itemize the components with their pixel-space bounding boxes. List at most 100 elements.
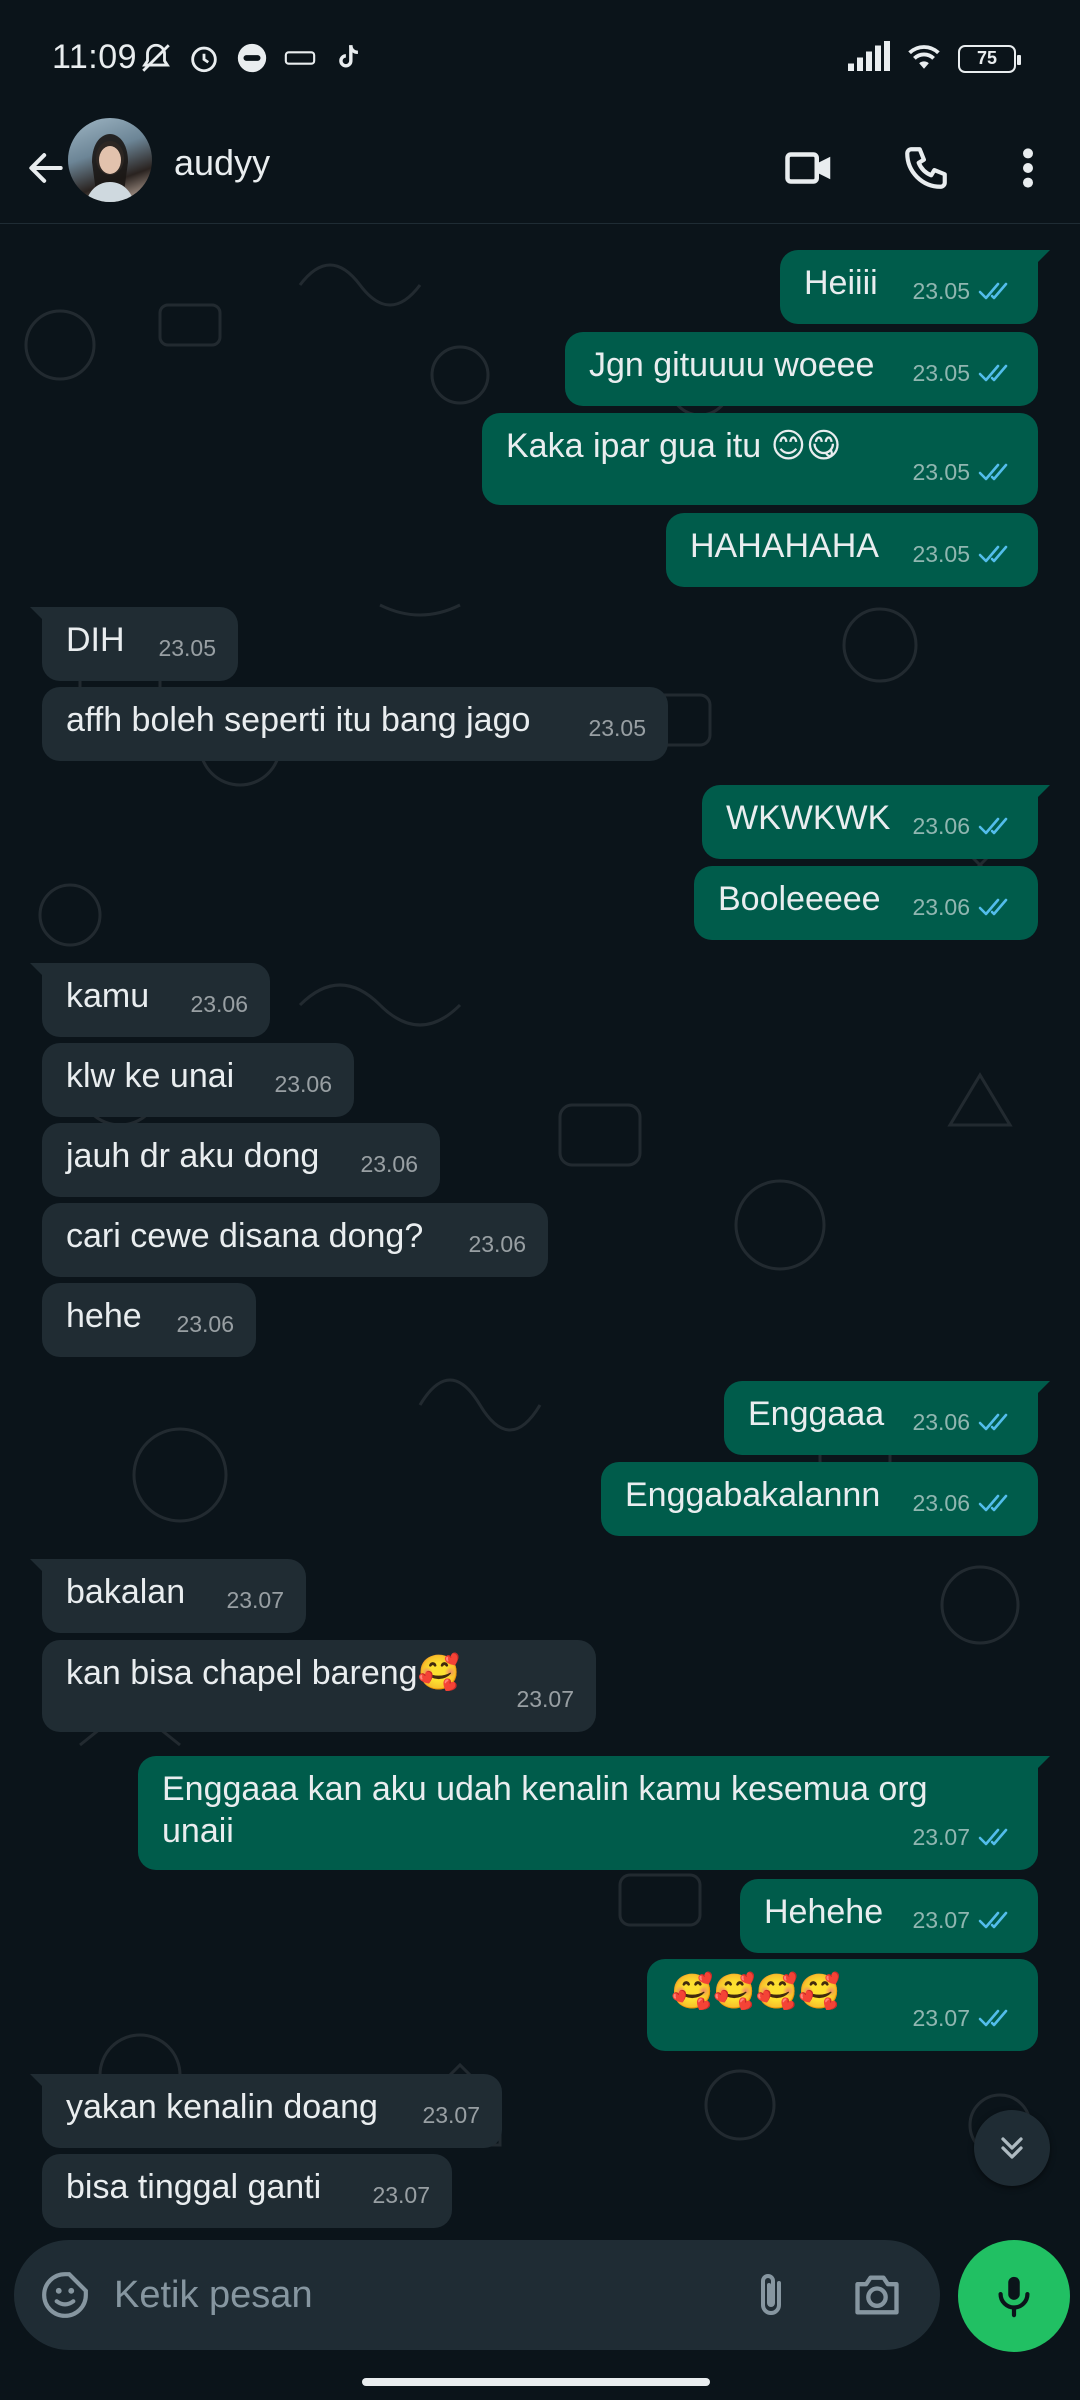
outgoing-message-bubble[interactable]: Hehehe 23.07 bbox=[740, 1879, 1038, 1953]
message-text: 🥰🥰🥰🥰 bbox=[671, 1973, 841, 2011]
outgoing-message-bubble[interactable]: Heiiii 23.05 bbox=[780, 250, 1050, 324]
outgoing-message-bubble[interactable]: HAHAHAHA 23.05 bbox=[666, 513, 1038, 587]
outgoing-message-bubble[interactable]: Jgn gituuuu woeee 23.05 bbox=[565, 332, 1038, 406]
message-time: 23.06 bbox=[176, 1311, 234, 1337]
incoming-message-bubble[interactable]: bakalan 23.07 bbox=[30, 1559, 306, 1633]
message-text: Jgn gituuuu woeee bbox=[589, 346, 875, 384]
tiktok-icon bbox=[330, 40, 366, 76]
chat-header: audyy bbox=[0, 112, 1080, 224]
battery-indicator: 75 bbox=[958, 44, 1021, 73]
message-text: bisa tinggal ganti bbox=[66, 2168, 322, 2206]
message-text: Enggaaa bbox=[748, 1395, 885, 1433]
incoming-message-bubble[interactable]: yakan kenalin doang 23.07 bbox=[30, 2074, 502, 2148]
message-meta: 23.05 bbox=[158, 627, 216, 669]
message-text: jauh dr aku dong bbox=[66, 1137, 320, 1175]
message-text: hehe bbox=[66, 1297, 142, 1335]
video-call-button[interactable] bbox=[774, 132, 846, 204]
bubble-tail bbox=[30, 963, 52, 985]
voice-message-button[interactable] bbox=[958, 2240, 1070, 2352]
message-text: WKWKWK bbox=[726, 799, 891, 837]
bubble-tail bbox=[1028, 1756, 1050, 1778]
contact-name[interactable]: audyy bbox=[174, 142, 270, 184]
incoming-message-bubble[interactable]: affh boleh seperti itu bang jago 23.05 bbox=[42, 687, 668, 761]
outgoing-message-bubble[interactable]: Enggabakalannn 23.06 bbox=[601, 1462, 1038, 1536]
emoji-button[interactable] bbox=[34, 2264, 96, 2326]
message-text: DIH bbox=[66, 621, 125, 659]
read-receipt-icon bbox=[978, 898, 1008, 916]
incoming-message-bubble[interactable]: kan bisa chapel bareng🥰 23.07 bbox=[42, 1640, 596, 1732]
message-text: Enggabakalannn bbox=[625, 1476, 881, 1514]
incoming-message-bubble[interactable]: klw ke unai 23.06 bbox=[42, 1043, 354, 1117]
more-options-button[interactable] bbox=[992, 132, 1064, 204]
bubble-tail bbox=[1028, 1381, 1050, 1403]
message-time: 23.05 bbox=[912, 278, 970, 304]
chat-message-list[interactable]: Heiiii 23.05 Jgn gituuuu woeee 23.05 Kaka ip… bbox=[0, 225, 1080, 2240]
incoming-message-bubble[interactable]: hehe 23.06 bbox=[42, 1283, 256, 1357]
outgoing-message-bubble[interactable]: Enggaaa 23.06 bbox=[724, 1381, 1050, 1455]
message-meta: 23.06 bbox=[912, 1482, 1016, 1524]
camera-button[interactable] bbox=[846, 2264, 908, 2326]
message-meta: 23.05 bbox=[912, 270, 1016, 312]
message-meta: 23.07 bbox=[912, 1997, 1016, 2039]
message-meta: 23.05 bbox=[912, 451, 1016, 493]
incoming-message-bubble[interactable]: kamu 23.06 bbox=[30, 963, 270, 1037]
composer-box bbox=[14, 2240, 940, 2350]
incoming-message-bubble[interactable]: DIH 23.05 bbox=[30, 607, 238, 681]
double-chevron-down-icon bbox=[1001, 2137, 1023, 2159]
message-meta: 23.07 bbox=[516, 1678, 574, 1720]
read-receipt-icon bbox=[978, 545, 1008, 563]
read-receipt-icon bbox=[978, 1911, 1008, 1929]
message-meta: 23.06 bbox=[190, 983, 248, 1025]
bubble-tail bbox=[30, 1559, 52, 1581]
attach-button[interactable] bbox=[740, 2264, 802, 2326]
read-receipt-icon bbox=[978, 817, 1008, 835]
message-text: bakalan bbox=[66, 1573, 186, 1611]
read-receipt-icon bbox=[978, 463, 1008, 481]
phone-icon bbox=[905, 147, 947, 189]
message-text: yakan kenalin doang bbox=[66, 2088, 378, 2126]
message-text: klw ke unai bbox=[66, 1057, 235, 1095]
read-receipt-icon bbox=[978, 1828, 1008, 1846]
message-text: kamu bbox=[66, 977, 150, 1015]
bubble-tail bbox=[30, 2074, 52, 2096]
video-camera-icon bbox=[785, 152, 831, 184]
message-text: cari cewe disana dong? bbox=[66, 1217, 424, 1255]
message-text: affh boleh seperti itu bang jago bbox=[66, 701, 531, 739]
kebab-menu-icon bbox=[1023, 148, 1033, 188]
scroll-to-bottom-button[interactable] bbox=[974, 2110, 1050, 2186]
outgoing-message-bubble[interactable]: Enggaaa kan aku udah kenalin kamu kesemu… bbox=[138, 1756, 1050, 1870]
status-notification-icons bbox=[138, 40, 366, 76]
home-indicator bbox=[362, 2378, 710, 2386]
message-input[interactable] bbox=[114, 2268, 714, 2322]
message-time: 23.05 bbox=[158, 635, 216, 661]
incoming-message-bubble[interactable]: jauh dr aku dong 23.06 bbox=[42, 1123, 440, 1197]
message-text: Heiiii bbox=[804, 264, 878, 302]
message-composer bbox=[0, 2240, 1080, 2400]
message-meta: 23.07 bbox=[912, 1899, 1016, 1941]
message-meta: 23.06 bbox=[360, 1143, 418, 1185]
message-meta: 23.05 bbox=[588, 707, 646, 749]
avatar-photo-icon bbox=[86, 134, 134, 202]
message-time: 23.06 bbox=[274, 1071, 332, 1097]
outgoing-message-bubble[interactable]: Booleeeee 23.06 bbox=[694, 866, 1038, 940]
message-time: 23.07 bbox=[912, 1907, 970, 1933]
message-meta: 23.05 bbox=[912, 352, 1016, 394]
message-time: 23.07 bbox=[422, 2102, 480, 2128]
message-meta: 23.06 bbox=[274, 1063, 332, 1105]
outgoing-message-bubble[interactable]: Kaka ipar gua itu 😊😋 23.05 bbox=[482, 413, 1038, 505]
incoming-message-bubble[interactable]: cari cewe disana dong? 23.06 bbox=[42, 1203, 548, 1277]
read-receipt-icon bbox=[978, 1413, 1008, 1431]
outgoing-message-bubble[interactable]: WKWKWK 23.06 bbox=[702, 785, 1050, 859]
incoming-message-bubble[interactable]: bisa tinggal ganti 23.07 bbox=[42, 2154, 452, 2228]
message-time: 23.07 bbox=[372, 2182, 430, 2208]
outgoing-message-bubble[interactable]: 🥰🥰🥰🥰 23.07 bbox=[647, 1959, 1038, 2051]
read-receipt-icon bbox=[978, 364, 1008, 382]
message-meta: 23.07 bbox=[372, 2174, 430, 2216]
bubble-tail bbox=[1028, 785, 1050, 807]
contact-avatar[interactable] bbox=[68, 118, 152, 202]
message-text: Booleeeee bbox=[718, 880, 881, 918]
signal-icon bbox=[848, 41, 890, 76]
message-time: 23.05 bbox=[912, 541, 970, 567]
voice-call-button[interactable] bbox=[890, 132, 962, 204]
paperclip-icon bbox=[761, 2274, 781, 2315]
